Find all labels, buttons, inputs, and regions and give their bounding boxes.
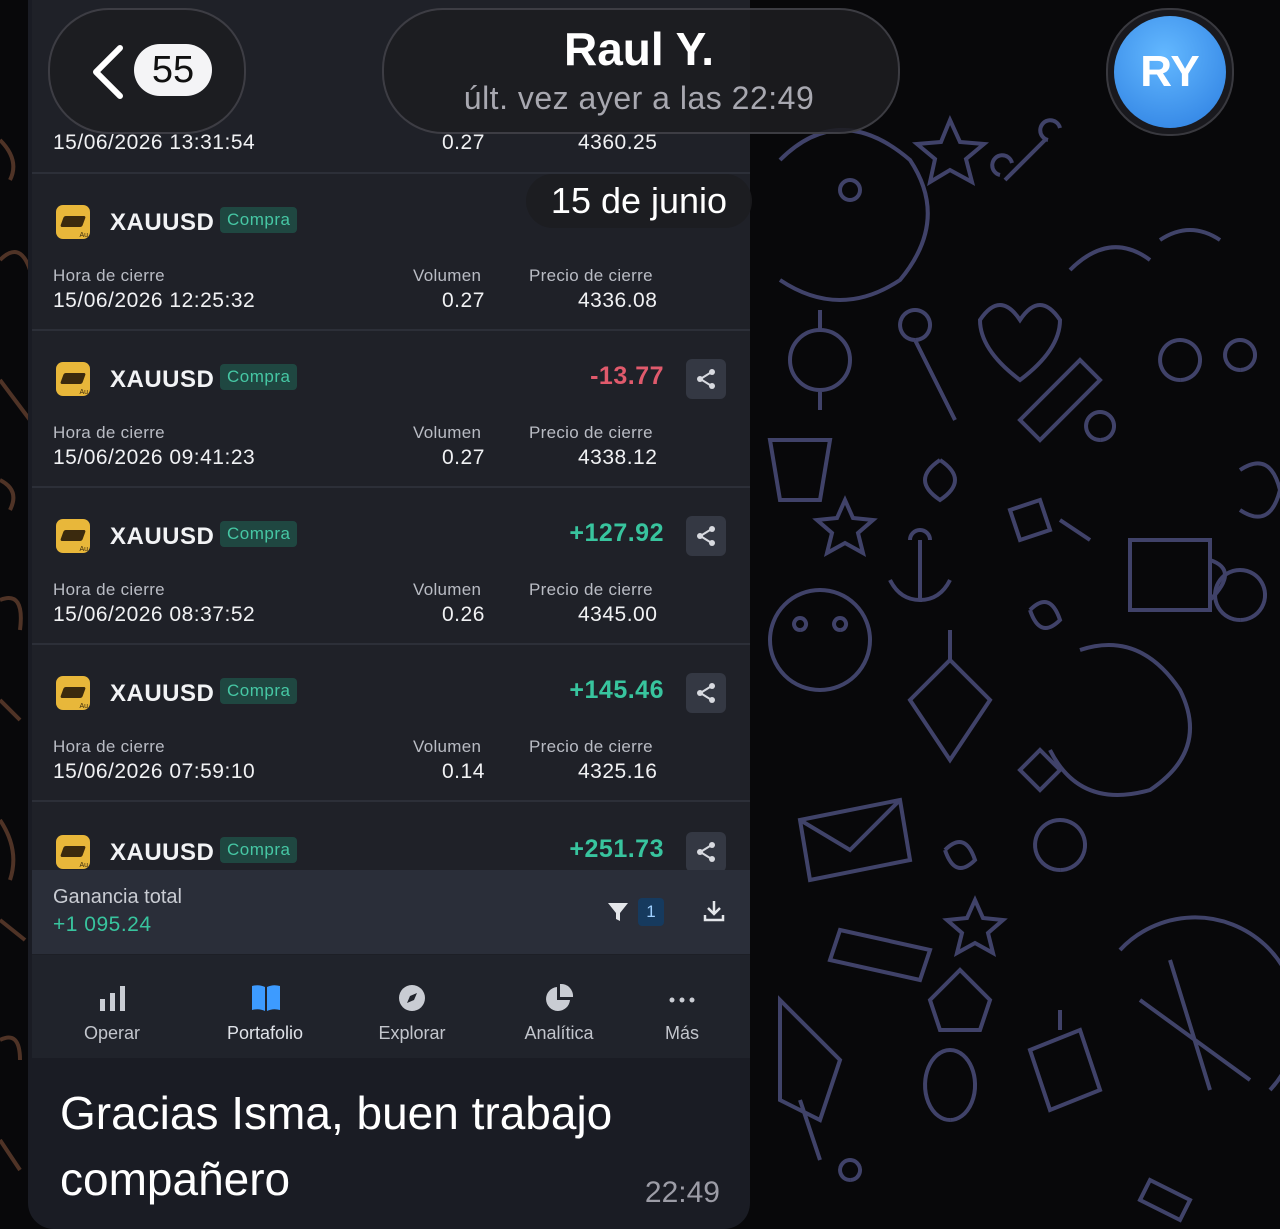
close-price-value: 4325.16 (578, 760, 658, 783)
unread-count-badge: 55 (134, 44, 212, 96)
date-separator: 15 de junio (526, 174, 752, 228)
volume-value: 0.27 (442, 446, 485, 469)
side-badge: Compra (220, 364, 298, 390)
nav-item-explorar[interactable]: Explorar (357, 955, 467, 1058)
gold-asset-icon (56, 676, 90, 710)
chat-last-seen: últ. vez ayer a las 22:49 (463, 80, 815, 116)
nav-item-operar[interactable]: Operar (62, 955, 162, 1058)
trade-row[interactable]: XAUUSD Compra +127.92 Hora de cierre Vol… (32, 488, 750, 645)
volume-label: Volumen (413, 423, 482, 442)
trade-symbol: XAUUSD (110, 680, 215, 707)
trade-profit: -13.77 (590, 362, 664, 390)
share-button[interactable] (686, 832, 726, 872)
share-button[interactable] (686, 516, 726, 556)
trade-profit: +251.73 (569, 835, 664, 863)
gold-asset-icon (56, 835, 90, 869)
side-badge: Compra (220, 521, 298, 547)
date-label: 15 de junio (550, 180, 728, 221)
trade-profit: +145.46 (569, 676, 664, 704)
side-badge: Compra (220, 837, 298, 863)
more-dots-icon (669, 997, 695, 1003)
message-text: Gracias Isma, buen trabajo compañero (60, 1087, 613, 1205)
trade-profit: +127.92 (569, 519, 664, 547)
chat-name: Raul Y. (564, 23, 714, 75)
close-price-label: Precio de cierre (529, 580, 653, 599)
filter-icon (608, 903, 628, 921)
message-time: 22:49 (644, 1176, 720, 1209)
close-price-value: 4338.12 (578, 446, 658, 469)
close-time-value: 15/06/2026 09:41:23 (53, 446, 256, 469)
compass-icon (399, 985, 425, 1011)
close-price-value: 4336.08 (578, 289, 658, 312)
share-button[interactable] (686, 673, 726, 713)
total-profit-value: +1 095.24 (53, 913, 152, 936)
nav-label: Explorar (378, 1023, 446, 1043)
volume-value: 0.27 (442, 131, 485, 154)
close-time-label: Hora de cierre (53, 580, 165, 599)
total-profit-bar: Ganancia total +1 095.24 1 (32, 870, 750, 954)
volume-value: 0.26 (442, 603, 485, 626)
avatar: RY (1114, 16, 1226, 128)
close-price-label: Precio de cierre (529, 737, 653, 756)
volume-label: Volumen (413, 737, 482, 756)
book-icon (252, 985, 280, 1011)
nav-item-mas[interactable]: Más (642, 955, 722, 1058)
volume-value: 0.14 (442, 760, 485, 783)
nav-label: Analítica (524, 1023, 594, 1043)
close-time-label: Hora de cierre (53, 266, 165, 285)
close-price-value: 4360.25 (578, 131, 658, 154)
close-price-value: 4345.00 (578, 603, 658, 626)
nav-label: Portafolio (226, 1023, 304, 1043)
trade-symbol: XAUUSD (110, 366, 215, 393)
side-badge: Compra (220, 678, 298, 704)
trade-symbol: XAUUSD (110, 209, 215, 236)
bar-chart-icon (100, 986, 125, 1011)
volume-label: Volumen (413, 266, 482, 285)
volume-value: 0.27 (442, 289, 485, 312)
trade-row[interactable]: XAUUSD Compra +251.73 (32, 802, 750, 872)
share-icon (697, 369, 715, 389)
close-price-label: Precio de cierre (529, 423, 653, 442)
gold-asset-icon (56, 362, 90, 396)
close-time-value: 15/06/2026 13:31:54 (53, 131, 256, 154)
filter-button[interactable] (606, 900, 630, 924)
gold-asset-icon (56, 205, 90, 239)
nav-item-analitica[interactable]: Analítica (504, 955, 614, 1058)
bottom-navigation: Operar Portafolio Explorar Analítica Más (32, 955, 750, 1058)
nav-item-portafolio[interactable]: Portafolio (200, 955, 330, 1058)
chevron-left-icon (93, 45, 123, 99)
total-profit-label: Ganancia total (53, 886, 182, 908)
filter-count-badge: 1 (638, 898, 664, 926)
share-button[interactable] (686, 359, 726, 399)
share-icon (697, 526, 715, 546)
share-icon (697, 842, 715, 862)
close-time-value: 15/06/2026 07:59:10 (53, 760, 256, 783)
download-icon (703, 901, 725, 922)
nav-label: Operar (83, 1023, 141, 1043)
close-time-label: Hora de cierre (53, 423, 165, 442)
close-price-label: Precio de cierre (529, 266, 653, 285)
gold-asset-icon (56, 519, 90, 553)
trade-symbol: XAUUSD (110, 839, 215, 866)
close-time-label: Hora de cierre (53, 737, 165, 756)
close-time-value: 15/06/2026 08:37:52 (53, 603, 256, 626)
close-time-value: 15/06/2026 12:25:32 (53, 289, 256, 312)
share-icon (697, 683, 715, 703)
side-badge: Compra (220, 207, 298, 233)
download-button[interactable] (702, 898, 726, 924)
pie-chart-icon (546, 983, 574, 1011)
volume-label: Volumen (413, 580, 482, 599)
nav-label: Más (664, 1023, 699, 1043)
trade-row[interactable]: XAUUSD Compra +145.46 Hora de cierre Vol… (32, 645, 750, 802)
trade-symbol: XAUUSD (110, 523, 215, 550)
trade-row[interactable]: XAUUSD Compra -13.77 Hora de cierre Volu… (32, 331, 750, 488)
